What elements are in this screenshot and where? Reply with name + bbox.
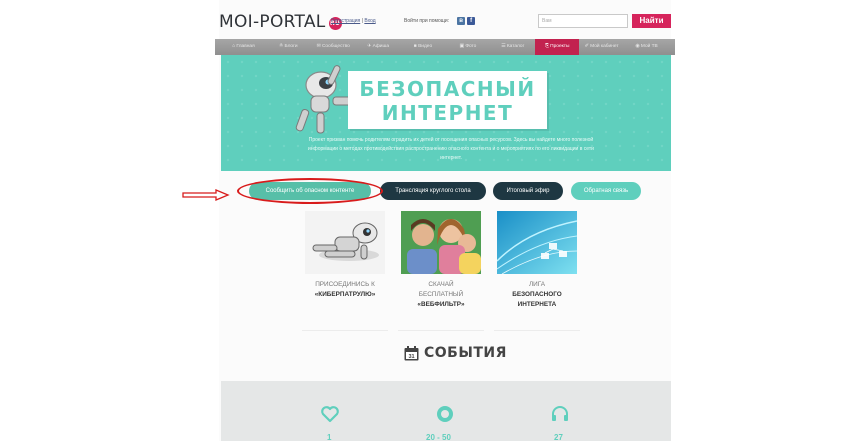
nav-item-community[interactable]: ✉ Сообщество bbox=[311, 39, 356, 55]
nav-item-tv[interactable]: ◉ Мой ТВ bbox=[624, 39, 669, 55]
card-caption-line1b: БЕЗОПАСНОГО bbox=[512, 291, 562, 298]
logo-text: MOI-PORTAL bbox=[219, 12, 326, 32]
banner-description: Проект призван помочь родителям оградить… bbox=[308, 137, 594, 161]
stat-number: 27 bbox=[554, 433, 563, 441]
hero-banner: БЕЗОПАСНЫЙ ИНТЕРНЕТ Проект призван помоч… bbox=[221, 55, 671, 171]
card-caption-cyberpatrol[interactable]: ПРИСОЕДИНИСЬ К «КИБЕРПАТРУЛЮ» bbox=[302, 280, 388, 300]
nav-item-projects[interactable]: ⎘ Проекты bbox=[535, 39, 580, 55]
register-link[interactable]: Регистрация bbox=[331, 18, 360, 24]
card-image-webfilter[interactable] bbox=[401, 211, 481, 274]
card-divider bbox=[302, 330, 388, 331]
card-image-cyberpatrol[interactable] bbox=[305, 211, 385, 274]
card-caption-line1b: БЕСПЛАТНЫЙ bbox=[418, 291, 464, 298]
family-photo bbox=[401, 211, 481, 274]
nav-item-photo[interactable]: ▣ Фото bbox=[445, 39, 490, 55]
events-heading: 31 СОБЫТИЯ bbox=[404, 345, 507, 361]
card-caption-line2: «ВЕБФИЛЬТР» bbox=[417, 301, 465, 308]
banner-title-box: БЕЗОПАСНЫЙ ИНТЕРНЕТ bbox=[348, 71, 547, 129]
nav-item-catalog[interactable]: ☰ Каталог bbox=[490, 39, 535, 55]
card-caption-league[interactable]: ЛИГА БЕЗОПАСНОГО ИНТЕРНЕТА bbox=[494, 280, 580, 310]
card-caption-line2: ИНТЕРНЕТА bbox=[517, 301, 557, 308]
calendar-day: 31 bbox=[408, 354, 414, 360]
nav-item-cabinet[interactable]: ✐ Мой кабинет bbox=[579, 39, 624, 55]
social-login-label: Войти при помощи: bbox=[404, 18, 450, 24]
facebook-icon[interactable]: f bbox=[467, 17, 476, 25]
nav-item-blogs[interactable]: ≗ Блоги bbox=[266, 39, 311, 55]
banner-title-line2: ИНТЕРНЕТ bbox=[381, 101, 514, 125]
card-caption-line2: «КИБЕРПАТРУЛЮ» bbox=[314, 291, 376, 298]
card-divider bbox=[398, 330, 484, 331]
site-logo[interactable]: MOI-PORTAL RU bbox=[219, 12, 342, 32]
annotation-highlight-ellipse bbox=[237, 178, 383, 204]
login-link[interactable]: Вход bbox=[364, 18, 375, 24]
card-divider bbox=[494, 330, 580, 331]
card-caption-webfilter[interactable]: СКАЧАЙ БЕСПЛАТНЫЙ «ВЕБФИЛЬТР» bbox=[398, 280, 484, 310]
heart-icon bbox=[321, 406, 339, 423]
main-nav: ⌂ Главная ≗ Блоги ✉ Сообщество ✈ Афиша ■… bbox=[215, 39, 675, 55]
banner-title-line1: БЕЗОПАСНЫЙ bbox=[359, 77, 536, 101]
social-login: Войти при помощи: в f bbox=[404, 17, 476, 25]
feedback-button[interactable]: Обратная связь bbox=[571, 182, 641, 200]
nav-item-video[interactable]: ■ Видео bbox=[401, 39, 446, 55]
final-broadcast-button[interactable]: Итоговый эфир bbox=[493, 182, 563, 200]
roundtable-stream-button[interactable]: Трансляция круглого стола bbox=[380, 182, 486, 200]
card-caption-line1: СКАЧАЙ bbox=[428, 281, 454, 288]
network-illustration bbox=[497, 211, 577, 274]
stats-panel: 1 20 - 50 27 bbox=[221, 381, 671, 441]
auth-links: Регистрация | Вход bbox=[331, 18, 376, 24]
page: MOI-PORTAL RU Регистрация | Вход Войти пр… bbox=[0, 0, 868, 441]
calendar-icon: 31 bbox=[404, 345, 419, 360]
headphones-icon bbox=[552, 406, 568, 421]
nav-item-home[interactable]: ⌂ Главная bbox=[221, 39, 266, 55]
card-caption-line1: ПРИСОЕДИНИСЬ К bbox=[315, 281, 375, 288]
card-caption-line1: ЛИГА bbox=[528, 281, 546, 288]
robot-image bbox=[312, 222, 379, 261]
search-input[interactable]: Вам bbox=[538, 14, 628, 28]
circle-icon bbox=[437, 406, 453, 422]
stat-number: 1 bbox=[327, 433, 332, 441]
search-button[interactable]: Найти bbox=[632, 14, 671, 28]
vk-icon[interactable]: в bbox=[457, 17, 466, 25]
auth-separator: | bbox=[361, 18, 363, 24]
annotation-arrow-icon bbox=[182, 189, 230, 201]
card-image-safe-internet-league[interactable] bbox=[497, 211, 577, 274]
events-title: СОБЫТИЯ bbox=[424, 345, 507, 361]
nav-item-afisha[interactable]: ✈ Афиша bbox=[356, 39, 401, 55]
search-placeholder: Вам bbox=[542, 18, 552, 24]
stat-number: 20 - 50 bbox=[426, 433, 451, 441]
